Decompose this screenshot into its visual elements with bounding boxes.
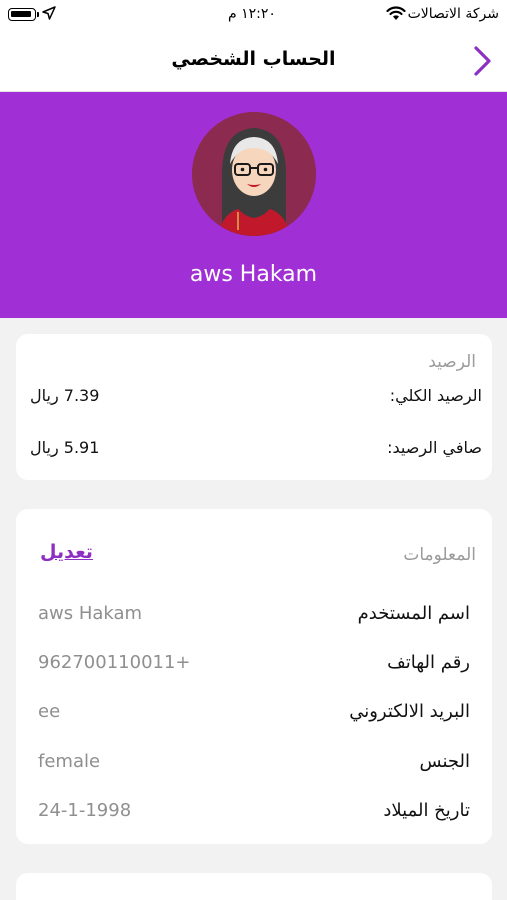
phone-label: رقم الهاتف — [387, 652, 470, 673]
net-balance-label: صافي الرصيد: — [387, 438, 482, 457]
avatar — [192, 112, 316, 236]
profile-name: aws Hakam — [189, 262, 318, 287]
info-section-title: المعلومات — [403, 545, 476, 565]
username-value: aws Hakam — [38, 603, 143, 624]
info-card: المعلومات تعديل اسم المستخدم aws Hakam ر… — [16, 509, 492, 844]
chevron-right-icon[interactable] — [470, 44, 494, 78]
carrier-name: شركة الاتصالات — [407, 6, 499, 22]
hijab-avatar-icon — [192, 112, 316, 236]
total-balance-label: الرصيد الكلي: — [389, 386, 482, 405]
status-bar: ١٢:٢٠ م شركة الاتصالات — [0, 0, 507, 30]
email-value: ee — [38, 701, 61, 722]
balance-card: الرصيد الرصيد الكلي: 7.39 ريال صافي الرص… — [16, 334, 492, 480]
balance-section-title: الرصيد — [428, 352, 476, 372]
net-balance-value: 5.91 ريال — [30, 438, 100, 457]
edit-button[interactable]: تعديل — [40, 541, 93, 563]
username-label: اسم المستخدم — [357, 603, 470, 624]
gender-label: الجنس — [419, 751, 470, 772]
navigation-bar: الحساب الشخصي — [0, 30, 507, 92]
email-label: البريد الالكتروني — [349, 701, 470, 722]
next-card — [16, 873, 492, 900]
profile-header: aws Hakam — [0, 92, 507, 318]
gender-value: female — [38, 751, 101, 772]
phone-value: 962700110011+ — [38, 652, 191, 673]
birthdate-value: 24-1-1998 — [38, 800, 132, 821]
location-arrow-icon — [42, 6, 56, 20]
status-time: ١٢:٢٠ م — [228, 6, 276, 22]
total-balance-value: 7.39 ريال — [30, 386, 100, 405]
wifi-icon — [386, 6, 406, 20]
battery-icon — [8, 8, 39, 21]
page-title: الحساب الشخصي — [171, 48, 336, 70]
birthdate-label: تاريخ الميلاد — [383, 800, 470, 821]
